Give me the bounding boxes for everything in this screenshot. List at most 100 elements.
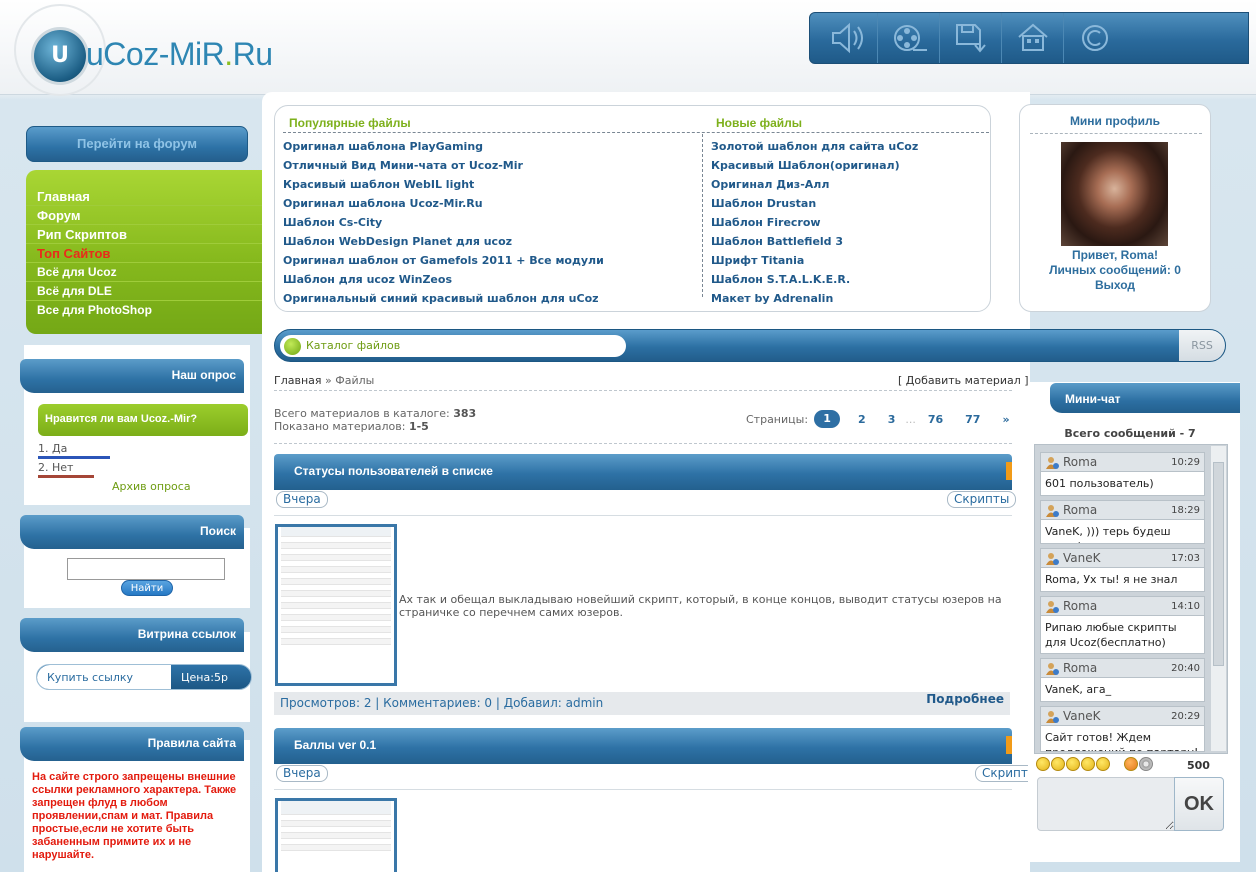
file-link[interactable]: Оригинал шаблона Ucoz-Mir.Ru <box>283 194 604 213</box>
chat-message-text: Roma, Ух ты! я не знал <box>1040 568 1205 592</box>
total-label: Всего материалов в каталоге: <box>274 407 454 420</box>
angry-icon[interactable] <box>1124 757 1138 771</box>
smile-icon[interactable] <box>1036 757 1050 771</box>
poll-answer-yes[interactable]: 1. Да <box>38 442 67 455</box>
file-link[interactable]: Шаблон S.T.A.L.K.E.R. <box>711 270 918 289</box>
chat-message-text: 601 пользователь) <box>1040 472 1205 496</box>
chat-message-input[interactable] <box>1037 777 1175 831</box>
scrollbar-thumb[interactable] <box>1213 462 1224 666</box>
file-link[interactable]: Макет by Adrenalin <box>711 289 918 308</box>
chat-user[interactable]: Roma <box>1063 503 1097 517</box>
page-link[interactable]: 77 <box>965 413 980 426</box>
home-icon[interactable] <box>1002 13 1064 63</box>
logo-tld: Ru <box>232 36 273 72</box>
catalog-title-text: Каталог файлов <box>306 339 401 352</box>
entry-title-text[interactable]: Баллы ver 0.1 <box>294 738 376 752</box>
private-messages-link[interactable]: Личных сообщений: 0 <box>1019 263 1211 277</box>
chat-user[interactable]: Roma <box>1063 455 1097 469</box>
wink-icon[interactable] <box>1066 757 1080 771</box>
nav-item-forum[interactable]: Форум <box>26 206 262 225</box>
chat-time: 18:29 <box>1171 505 1200 516</box>
sad-icon[interactable] <box>1051 757 1065 771</box>
page-link[interactable]: 2 <box>858 413 866 426</box>
copyright-icon[interactable] <box>1064 13 1126 63</box>
chat-send-button[interactable]: OK <box>1174 777 1224 831</box>
file-link[interactable]: Отличный Вид Мини-чата от Ucoz-Mir <box>283 156 604 175</box>
speaker-icon[interactable] <box>816 13 878 63</box>
entry-category[interactable]: Скрипты <box>947 491 1017 508</box>
chat-message-text: Сайт готов! Ждем предложений по партару!… <box>1040 726 1205 752</box>
page-next[interactable]: » <box>1002 413 1009 426</box>
chat-message-header: Roma 18:29 <box>1040 500 1205 520</box>
popular-files-list: Оригинал шаблона PlayGaming Отличный Вид… <box>283 137 604 308</box>
file-link[interactable]: Красивый шаблон WebIL light <box>283 175 604 194</box>
entry-thumbnail[interactable] <box>275 524 397 686</box>
poll-archive-link[interactable]: Архив опроса <box>112 480 191 493</box>
poll-answer-no[interactable]: 2. Нет <box>38 461 73 474</box>
buy-link-button[interactable]: Купить ссылку Цена:5р <box>36 664 252 690</box>
breadcrumb-home[interactable]: Главная <box>274 374 322 387</box>
breadcrumb: Главная » Файлы <box>274 374 374 387</box>
nav-item-ucoz[interactable]: Всё для Ucoz <box>26 263 262 282</box>
page-current: 1 <box>814 410 841 428</box>
rules-text: На сайте строго запрещены внешние ссылки… <box>32 771 237 861</box>
top-icon-menu <box>809 12 1249 64</box>
chat-time: 20:40 <box>1171 663 1200 674</box>
chat-user[interactable]: VaneK <box>1063 709 1101 723</box>
search-button[interactable]: Найти <box>121 580 173 596</box>
nav-item-top-sites[interactable]: Топ Сайтов <box>26 244 262 263</box>
file-link[interactable]: Шаблон Cs-City <box>283 213 604 232</box>
page-link[interactable]: 76 <box>928 413 943 426</box>
add-material-link[interactable]: [ Добавить материал ] <box>898 374 1029 387</box>
entry-description: Ах так и обещал выкладываю новейший скри… <box>399 593 1002 619</box>
entry-date: Вчера <box>276 765 328 782</box>
entry-title-text[interactable]: Статусы пользователей в списке <box>294 464 493 478</box>
file-link[interactable]: Шаблон Drustan <box>711 194 918 213</box>
read-more-link[interactable]: Подробнее <box>926 692 1004 706</box>
chat-user[interactable]: VaneK <box>1063 551 1101 565</box>
poll-bar-no <box>38 475 94 478</box>
rss-link[interactable]: RSS <box>1179 330 1225 361</box>
grin-icon[interactable] <box>1081 757 1095 771</box>
logout-link[interactable]: Выход <box>1019 278 1211 292</box>
save-download-icon[interactable] <box>940 13 1002 63</box>
file-link[interactable]: Шаблон Battlefield 3 <box>711 232 918 251</box>
site-logo[interactable]: uCoz-MiR.Ru <box>86 36 273 73</box>
catalog-title[interactable]: Каталог файлов <box>280 335 626 357</box>
nav-item-scripts[interactable]: Рип Скриптов <box>26 225 262 244</box>
file-link[interactable]: Шаблон WebDesign Planet для ucoz <box>283 232 604 251</box>
gear-icon[interactable] <box>1139 757 1153 771</box>
search-input[interactable] <box>67 558 225 580</box>
chat-scrollbar[interactable] <box>1211 446 1226 751</box>
poll-bar-yes <box>38 456 110 459</box>
chat-user[interactable]: Roma <box>1063 599 1097 613</box>
file-link[interactable]: Шаблон Firecrow <box>711 213 918 232</box>
nav-item-dle[interactable]: Всё для DLE <box>26 282 262 301</box>
chat-message-text: VaneK, ))) терь будеш знать) <box>1040 520 1205 544</box>
file-link[interactable]: Оригинальный синий красивый шаблон для u… <box>283 289 604 308</box>
file-link[interactable]: Оригинал шаблон от Gamefols 2011 + Все м… <box>283 251 604 270</box>
buy-link-label[interactable]: Купить ссылку <box>37 665 171 689</box>
file-link[interactable]: Оригинал Диз-Алл <box>711 175 918 194</box>
film-reel-icon[interactable] <box>878 13 940 63</box>
file-link[interactable]: Шрифт Titania <box>711 251 918 270</box>
logo-prefix: u <box>86 36 104 72</box>
file-link[interactable]: Красивый Шаблон(оригинал) <box>711 156 918 175</box>
entry-title[interactable]: Статусы пользователей в списке <box>274 454 1012 490</box>
nav-item-home[interactable]: Главная <box>26 187 262 206</box>
chat-user[interactable]: Roma <box>1063 661 1097 675</box>
file-link[interactable]: Шаблон для ucoz WinZeos <box>283 270 604 289</box>
avatar[interactable] <box>1061 142 1168 246</box>
divider <box>274 789 1012 790</box>
entry-tab <box>1006 462 1012 480</box>
forum-button[interactable]: Перейти на форум <box>26 126 248 162</box>
file-link[interactable]: Золотой шаблон для сайта uCoz <box>711 137 918 156</box>
entry-title[interactable]: Баллы ver 0.1 <box>274 728 1012 764</box>
file-link[interactable]: Оригинал шаблона PlayGaming <box>283 137 604 156</box>
entry-thumbnail[interactable] <box>275 798 397 872</box>
mini-chat-title: Мини-чат <box>1050 383 1240 413</box>
logo-icon[interactable]: U <box>34 30 86 82</box>
page-link[interactable]: 3 <box>888 413 896 426</box>
nav-item-photoshop[interactable]: Все для PhotoShop <box>26 301 262 320</box>
cry-icon[interactable] <box>1096 757 1110 771</box>
